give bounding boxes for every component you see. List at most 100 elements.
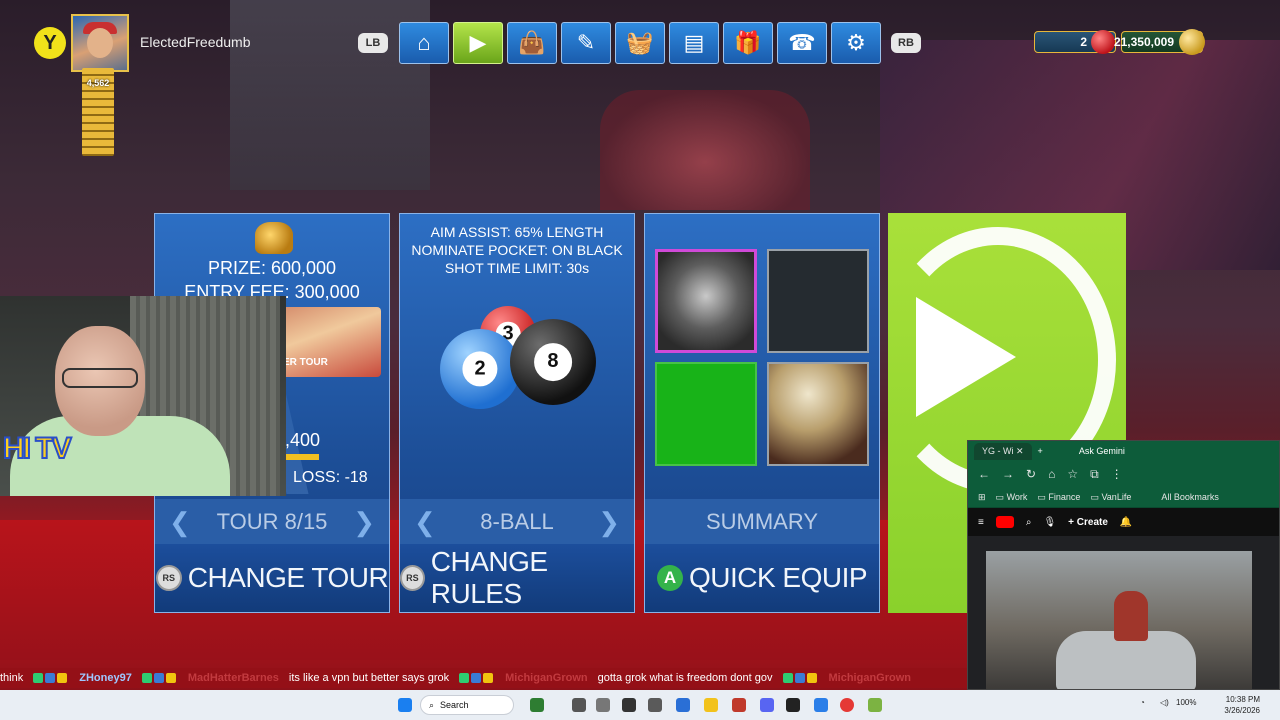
- youtube-logo-icon[interactable]: [995, 516, 1014, 528]
- browser-tab[interactable]: YG - Wi ✕: [974, 442, 1032, 460]
- app-icon[interactable]: [622, 698, 636, 712]
- new-tab-icon[interactable]: +: [1038, 446, 1043, 456]
- cue-slot[interactable]: [655, 249, 757, 353]
- taskbar-search-label: Search: [440, 700, 469, 710]
- cue-nav-button[interactable]: ✎: [561, 22, 611, 64]
- background-arch: [600, 90, 810, 210]
- apps-grid-icon[interactable]: ⊞: [978, 492, 986, 503]
- quick-equip-button[interactable]: A QUICK EQUIP: [645, 544, 879, 612]
- aim-assist-rule: AIM ASSIST: 65% LENGTH: [430, 224, 604, 240]
- quick-equip-label: QUICK EQUIP: [688, 562, 868, 593]
- settings-nav-button[interactable]: ⚙: [831, 22, 881, 64]
- widget-icon[interactable]: [530, 698, 544, 712]
- settings-icon[interactable]: [596, 698, 610, 712]
- calculator-icon[interactable]: [648, 698, 662, 712]
- hamburger-icon[interactable]: ≡: [978, 517, 984, 528]
- clock[interactable]: 10:38 PM 3/26/2026: [1200, 694, 1260, 716]
- prev-tour-icon[interactable]: ❮: [169, 507, 191, 538]
- empty-slot[interactable]: [767, 249, 869, 353]
- browser-tab-title: YG - Wi: [982, 445, 1014, 456]
- star-icon[interactable]: ☆: [1067, 467, 1078, 481]
- ball-set-slot[interactable]: [767, 362, 869, 466]
- chat-message: its like a vpn but better says grok: [288, 672, 450, 684]
- menu-icon[interactable]: ⋮: [1111, 467, 1123, 481]
- gift-nav-button[interactable]: 🎁: [723, 22, 773, 64]
- browser-toolbar: ← → ↻ ⌂ ☆ ⧉ ⋮: [968, 461, 1279, 487]
- tour-loss: LOSS: -18: [293, 469, 368, 486]
- rb-button[interactable]: RB: [891, 33, 921, 53]
- folder-icon[interactable]: [704, 698, 718, 712]
- news-nav-button[interactable]: ▤: [669, 22, 719, 64]
- prev-rules-icon[interactable]: ❮: [414, 507, 436, 538]
- chat-username: MichiganGrown: [828, 672, 912, 684]
- wifi-icon[interactable]: ◔: [1140, 698, 1145, 707]
- extensions-icon[interactable]: ⧉: [1090, 467, 1099, 482]
- support-icon: ☎: [788, 30, 816, 55]
- news-icon: ▤: [683, 30, 705, 55]
- back-icon[interactable]: ←: [978, 467, 990, 481]
- create-button[interactable]: + Create: [1068, 517, 1108, 528]
- play-nav-button[interactable]: ▶: [453, 22, 503, 64]
- change-rules-button[interactable]: RS CHANGE RULES: [400, 544, 634, 612]
- change-tour-button[interactable]: RS CHANGE TOUR: [155, 544, 389, 612]
- all-bookmarks-button[interactable]: All Bookmarks: [1161, 492, 1219, 502]
- bookmark-folder[interactable]: ▭ Finance: [1037, 492, 1080, 503]
- ask-gemini-button[interactable]: Ask Gemini: [1079, 446, 1125, 456]
- search-icon[interactable]: ⌕: [1026, 517, 1032, 528]
- settings-icon: ⚙: [846, 30, 866, 55]
- battery-level[interactable]: 100%: [1176, 698, 1196, 707]
- a-button-icon: A: [656, 565, 683, 591]
- ball-2-number: 2: [462, 351, 498, 387]
- bell-icon[interactable]: 🔔: [1120, 517, 1132, 528]
- chat-badges-icon: [782, 672, 819, 684]
- bookmark-label: Work: [1006, 491, 1028, 502]
- app-red-icon[interactable]: [732, 698, 746, 712]
- rs-button-icon: RS: [400, 565, 425, 591]
- task-view-icon[interactable]: [572, 698, 586, 712]
- chat-username: ZHoney97: [79, 672, 132, 684]
- next-rules-icon[interactable]: ❯: [598, 507, 620, 538]
- windows-start-icon[interactable]: [398, 698, 412, 712]
- shop-bag-nav-button[interactable]: 👜: [507, 22, 557, 64]
- chat-message: gotta grok what is freedom dont gov: [597, 672, 773, 684]
- summary-label: SUMMARY: [645, 499, 879, 545]
- avatar[interactable]: [71, 14, 129, 72]
- tour-prize: PRIZE: 600,000: [207, 258, 337, 278]
- support-nav-button[interactable]: ☎: [777, 22, 827, 64]
- coins-value: 21,350,009: [1113, 35, 1174, 49]
- bookmarks-bar: ⊞ ▭ Work ▭ Finance ▭ VanLife All Bookmarks: [968, 487, 1279, 508]
- hitv-logo-icon: HI TV: [2, 431, 73, 466]
- summary-card[interactable]: SUMMARY A QUICK EQUIP: [644, 213, 880, 613]
- discord-icon[interactable]: [760, 698, 774, 712]
- home-icon[interactable]: ⌂: [1048, 467, 1055, 481]
- home-nav-button[interactable]: ⌂: [399, 22, 449, 64]
- volume-icon[interactable]: ◁): [1160, 698, 1169, 707]
- tour-banner: ER TOUR: [275, 307, 381, 377]
- y-button-icon[interactable]: Y: [34, 27, 66, 59]
- browser-window[interactable]: YG - Wi ✕ + Ask Gemini ← → ↻ ⌂ ☆ ⧉ ⋮ ⊞ ▭ …: [967, 440, 1280, 690]
- cue-icon: ✎: [576, 30, 596, 55]
- bookmark-folder[interactable]: ▭ VanLife: [1090, 492, 1131, 503]
- billiard-ball-2: 2: [440, 329, 520, 409]
- mic-icon[interactable]: 🎙: [1043, 517, 1056, 528]
- chrome-icon[interactable]: [840, 698, 854, 712]
- video-player[interactable]: [986, 551, 1252, 689]
- username: ElectedFreedumb: [140, 34, 251, 50]
- table-cloth-slot[interactable]: [655, 362, 757, 466]
- bookmark-folder[interactable]: ▭ Work: [996, 492, 1028, 503]
- chatgpt-icon[interactable]: [786, 698, 800, 712]
- tour-label: TOUR 8/15: [216, 509, 328, 534]
- taskbar-search[interactable]: ⌕ Search: [420, 695, 514, 715]
- tour-winnings: ,400: [285, 430, 321, 450]
- app-green-icon[interactable]: [868, 698, 882, 712]
- notepad-icon[interactable]: [676, 698, 690, 712]
- app-blue-icon[interactable]: [814, 698, 828, 712]
- next-tour-icon[interactable]: ❯: [353, 507, 375, 538]
- rules-card[interactable]: AIM ASSIST: 65% LENGTH NOMINATE POCKET: …: [399, 213, 635, 613]
- lb-button[interactable]: LB: [358, 33, 388, 53]
- basket-nav-button[interactable]: 🧺: [615, 22, 665, 64]
- tour-selector: ❮ TOUR 8/15 ❯: [155, 499, 389, 545]
- forward-icon[interactable]: →: [1002, 467, 1014, 481]
- chat-username: MichiganGrown: [505, 672, 588, 684]
- reload-icon[interactable]: ↻: [1026, 467, 1036, 481]
